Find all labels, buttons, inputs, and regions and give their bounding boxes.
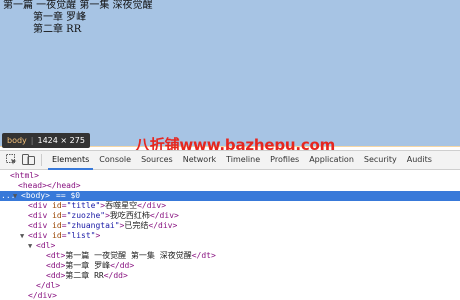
- tab-application[interactable]: Application: [305, 151, 358, 169]
- selected-marker: == $0: [56, 191, 81, 200]
- tab-security[interactable]: Security: [360, 151, 401, 169]
- elements-panel: <html> <head></head> ... ▼ <body> == $0 …: [0, 170, 460, 300]
- tab-network[interactable]: Network: [179, 151, 220, 169]
- tab-elements[interactable]: Elements: [48, 151, 94, 170]
- inspect-element-icon[interactable]: [6, 154, 17, 165]
- dom-node-div-zuozhe[interactable]: <div id="zuozhe">我吃西红柿</div>: [0, 211, 460, 221]
- devtools-tabs: Elements Console Sources Network Timelin…: [48, 151, 438, 170]
- tab-timeline[interactable]: Timeline: [222, 151, 264, 169]
- tab-profiles[interactable]: Profiles: [266, 151, 303, 169]
- preview-dd-2: 第二章 RR: [33, 24, 82, 35]
- tooltip-size: 1424 × 275: [37, 136, 85, 145]
- toolbar-divider: [41, 154, 42, 166]
- tooltip-tag: body: [7, 136, 27, 145]
- dom-node-div-list[interactable]: ▼ <div id="list">: [0, 231, 460, 241]
- tab-audits[interactable]: Audits: [403, 151, 436, 169]
- dom-node-div-close[interactable]: </div>: [0, 291, 460, 300]
- dom-node-dt[interactable]: <dt>第一篇 一夜觉醒 第一集 深夜觉醒</dt>: [0, 251, 460, 261]
- dom-node-dl[interactable]: ▼ <dl>: [0, 241, 460, 251]
- element-size-tooltip: body | 1424 × 275: [2, 133, 90, 148]
- preview-dt-text: 第一篇 一夜觉醒 第一集 深夜觉醒: [3, 0, 153, 11]
- preview-dd-1: 第一章 罗峰: [33, 12, 87, 23]
- tab-console[interactable]: Console: [95, 151, 135, 169]
- devtools-toolbar: Elements Console Sources Network Timelin…: [0, 150, 460, 170]
- dom-node-dd-2[interactable]: <dd>第二章 RR</dd>: [0, 271, 460, 281]
- dom-node-body[interactable]: ... ▼ <body> == $0: [0, 191, 460, 201]
- collapse-triangle-icon[interactable]: ▼: [28, 241, 32, 251]
- tab-sources[interactable]: Sources: [137, 151, 177, 169]
- dom-node-div-title[interactable]: <div id="title">吞噬星空</div>: [0, 201, 460, 211]
- device-mode-icon[interactable]: [22, 154, 35, 165]
- dom-node-div-zhuangtai[interactable]: <div id="zhuangtai">已完结</div>: [0, 221, 460, 231]
- page-viewport: 第一篇 一夜觉醒 第一集 深夜觉醒 第一章 罗峰 第二章 RR: [0, 0, 460, 147]
- dom-node-head[interactable]: <head></head>: [0, 181, 460, 191]
- collapse-triangle-icon[interactable]: ▼: [13, 191, 17, 201]
- dom-node-html[interactable]: <html>: [0, 171, 460, 181]
- dom-node-dd-1[interactable]: <dd>第一章 罗峰</dd>: [0, 261, 460, 271]
- collapse-triangle-icon[interactable]: ▼: [20, 231, 24, 241]
- dom-node-dl-close[interactable]: </dl>: [0, 281, 460, 291]
